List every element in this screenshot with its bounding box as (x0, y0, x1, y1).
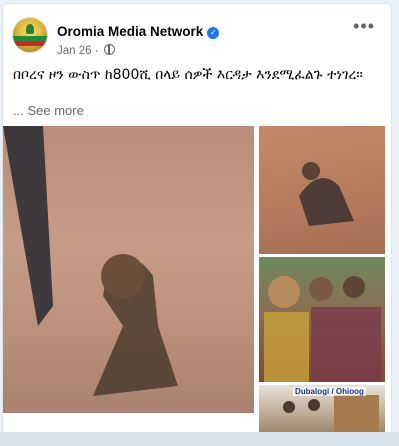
post-header: Oromia Media Network ✓ Jan 26 · ••• (3, 4, 391, 64)
page-bottom-strip (0, 432, 399, 446)
ellipsis: ... (13, 103, 24, 118)
page-name[interactable]: Oromia Media Network ✓ (57, 24, 220, 39)
photo-4[interactable]: Dubalogi / Ohioog (259, 385, 385, 436)
verified-badge-icon: ✓ (207, 27, 220, 39)
see-more-row: ... See more (13, 103, 84, 118)
page-name-label[interactable]: Oromia Media Network (57, 24, 203, 39)
post-meta: Jan 26 · (57, 44, 115, 57)
facebook-post-card: Oromia Media Network ✓ Jan 26 · ••• በቦረና … (3, 4, 391, 436)
see-more-link[interactable]: See more (27, 103, 83, 118)
post-date[interactable]: Jan 26 (57, 45, 92, 57)
meta-separator: · (94, 45, 99, 57)
page-avatar[interactable] (13, 18, 47, 52)
avatar-tree-icon (26, 24, 34, 34)
globe-icon (103, 44, 115, 55)
photo-main[interactable] (3, 126, 254, 413)
photo-2[interactable] (259, 126, 385, 254)
avatar-band (13, 41, 47, 46)
post-text: በቦረና ዞን ውስጥ ከ800ሺ በላይ ሰዎች እርዳታ እንደሚፈልጉ ተ… (13, 67, 363, 83)
photo-grid: Dubalogi / Ohioog (3, 126, 391, 436)
photo-4-caption: Dubalogi / Ohioog (293, 387, 366, 396)
photo-main-illustration (3, 126, 178, 396)
photo-3-illustration (264, 276, 381, 382)
more-options-icon[interactable]: ••• (353, 16, 375, 37)
photo-2-illustration (299, 162, 354, 226)
photo-3[interactable] (259, 257, 385, 382)
